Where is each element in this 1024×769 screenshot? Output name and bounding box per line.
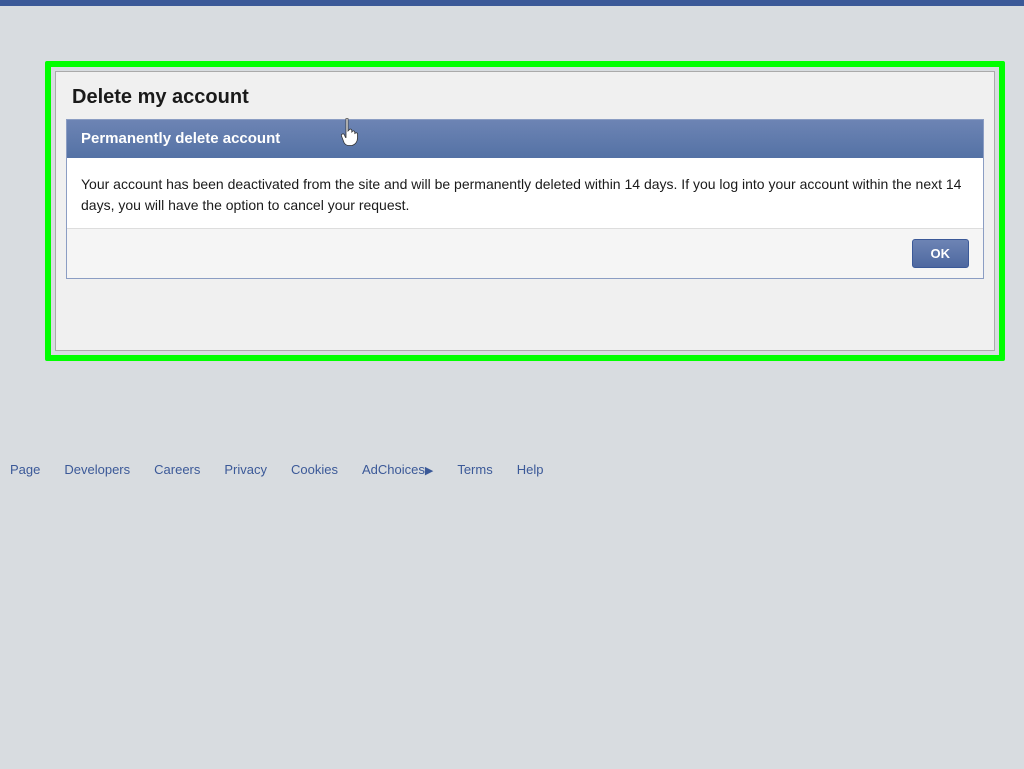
modal-header: Permanently delete account — [67, 120, 983, 158]
modal-header-text: Permanently delete account — [81, 130, 280, 147]
modal-body: Your account has been deactivated from t… — [67, 158, 983, 228]
dialog-container: Delete my account Permanently delete acc… — [55, 71, 995, 351]
footer-link-privacy[interactable]: Privacy — [224, 462, 267, 477]
footer-link-developers[interactable]: Developers — [64, 462, 130, 477]
modal: Permanently delete account Your account … — [66, 119, 984, 279]
footer-link-terms[interactable]: Terms — [457, 462, 492, 477]
footer-link-adchoices[interactable]: AdChoices▶ — [362, 462, 433, 477]
modal-message: Your account has been deactivated from t… — [81, 174, 969, 216]
footer-link-page[interactable]: Page — [10, 462, 40, 477]
ok-button[interactable]: OK — [912, 239, 970, 268]
footer-link-careers[interactable]: Careers — [154, 462, 200, 477]
footer-links: Page Developers Careers Privacy Cookies … — [0, 450, 1024, 489]
dialog-title: Delete my account — [72, 86, 249, 108]
footer-link-cookies[interactable]: Cookies — [291, 462, 338, 477]
adchoices-icon: ▶ — [425, 464, 433, 477]
dialog-title-area: Delete my account — [56, 72, 994, 119]
modal-footer: OK — [67, 228, 983, 278]
footer-link-help[interactable]: Help — [517, 462, 544, 477]
page-content: Delete my account Permanently delete acc… — [0, 6, 1024, 769]
